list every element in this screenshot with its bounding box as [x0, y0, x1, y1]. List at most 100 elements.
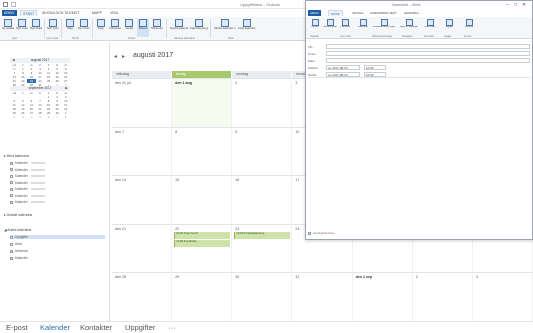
calendar-list-item[interactable]: Kalender	[10, 187, 45, 191]
nav-tasks[interactable]: Uppgifter	[125, 323, 155, 332]
nav-calendar[interactable]: Kalender	[40, 323, 70, 332]
mini-calendar-day[interactable]: 6	[44, 115, 53, 119]
month-view-button[interactable]: Månad	[137, 19, 149, 37]
meeting-tab-file[interactable]: ARKIV	[308, 10, 322, 16]
calendar-list-item[interactable]: Kalender	[10, 168, 45, 172]
calendar-checkbox[interactable]	[10, 242, 13, 246]
maximize-icon[interactable]: □	[514, 2, 517, 8]
day-cell[interactable]: 8	[172, 126, 233, 176]
location-field[interactable]	[326, 58, 530, 63]
meeting-tab-insert[interactable]: INFOGA	[350, 10, 366, 16]
calendar-checkbox[interactable]	[10, 194, 13, 197]
day-cell[interactable]: den 21	[112, 223, 173, 273]
calendar-list-item[interactable]: Kalender	[10, 194, 45, 198]
tab-folder[interactable]: MAPP	[90, 10, 104, 16]
shared-calendars-group[interactable]: ▸ Delade kalendrar	[4, 213, 32, 217]
to-field[interactable]	[326, 44, 530, 49]
next-month-icon[interactable]: ▶	[65, 86, 68, 90]
week-view-button[interactable]: Vecka	[123, 19, 135, 37]
calendar-event[interactable]: 14:00 Projektplanering	[234, 231, 291, 239]
close-icon[interactable]: ✕	[522, 2, 526, 8]
day-cell[interactable]: den 7	[112, 126, 173, 176]
day-cell[interactable]: 31	[292, 272, 353, 321]
open-calendar-button[interactable]: Öppna kalender	[170, 19, 188, 37]
new-items-button[interactable]: Nya objekt	[30, 19, 42, 37]
nav-more[interactable]: ···	[168, 323, 176, 332]
tab-file[interactable]: ARKIV	[2, 10, 17, 16]
mini-calendar-day[interactable]: 3	[19, 115, 28, 119]
day-cell[interactable]: den 31 jul	[112, 78, 173, 127]
mini-calendar-day[interactable]: 5	[36, 115, 45, 119]
invite-attendees-button[interactable]: Bjud in deltagare	[400, 19, 418, 35]
day-cell[interactable]: 2	[232, 78, 293, 127]
schedule-view-button[interactable]: Schemavy	[151, 19, 163, 37]
zoom-button[interactable]: Zooma	[462, 19, 476, 35]
day-cell[interactable]: den 1 aug	[172, 78, 233, 127]
delete-button[interactable]: Ta bort	[308, 19, 322, 35]
start-date-field[interactable]: on 2017-08-23	[326, 65, 360, 70]
day-cell[interactable]: den 28	[112, 272, 173, 321]
tags-button[interactable]: Taggar	[442, 19, 456, 35]
email-calendar-button[interactable]: Skicka kalender via e-post	[214, 19, 236, 37]
meeting-tab-meeting[interactable]: MÖTE	[328, 10, 343, 16]
tab-send-receive[interactable]: SKICKA OCH TA EMOT	[40, 10, 81, 16]
my-calendars-group[interactable]: ▸ Mina kalendrar	[4, 154, 29, 158]
calendar-list-item[interactable]: Kalender	[10, 174, 45, 178]
mini-calendar-day[interactable]: 8	[61, 115, 70, 119]
calendar-event[interactable]: 10:30 Team lunch	[174, 231, 231, 239]
day-cell[interactable]: 30	[232, 272, 293, 321]
calendar-checkbox[interactable]	[10, 174, 13, 178]
calendar-checkbox[interactable]	[10, 256, 13, 260]
meeting-body-editor[interactable]	[308, 77, 530, 227]
other-calendars-group[interactable]: ◢ Andra kalendrar	[4, 228, 32, 232]
previous-icon[interactable]: ◂	[114, 53, 117, 60]
calendar-checkbox[interactable]	[10, 249, 13, 253]
mini-calendar-day[interactable]: 4	[27, 115, 36, 119]
mini-calendar-day[interactable]: 2	[10, 115, 19, 119]
tab-view[interactable]: VISA	[108, 10, 120, 16]
share-calendar-button[interactable]: Dela kalender	[238, 19, 256, 37]
minimize-icon[interactable]: –	[506, 2, 509, 8]
forward-button[interactable]: Skicka vidare	[323, 19, 337, 35]
options-button[interactable]: Alternativ	[422, 19, 438, 35]
day-cell[interactable]: 9	[232, 126, 293, 176]
day-cell[interactable]: 15	[172, 175, 233, 224]
calendar-checkbox[interactable]	[10, 200, 13, 204]
day-cell[interactable]: den 1 sep	[352, 272, 413, 321]
day-cell[interactable]: 3	[472, 272, 533, 321]
tab-home[interactable]: START	[20, 10, 38, 16]
next-7-days-button[interactable]: De 7 kommande dagarna	[78, 19, 90, 37]
day-cell[interactable]: 29	[172, 272, 233, 321]
previous-month-icon[interactable]: ◀	[12, 58, 15, 62]
subject-field[interactable]	[326, 51, 530, 56]
day-view-button[interactable]: Dag	[95, 19, 107, 37]
calendar-checkbox[interactable]	[10, 235, 13, 239]
calendar-checkbox[interactable]	[10, 181, 13, 184]
all-day-checkbox[interactable]	[308, 231, 311, 235]
day-cell[interactable]: 2	[412, 272, 473, 321]
onenote-button[interactable]: OneNote	[338, 19, 352, 35]
new-lync-meeting-button[interactable]: Nytt Lync-möte	[47, 19, 59, 37]
calendar-list-item[interactable]: Kalender	[10, 161, 45, 165]
send-receive-icon[interactable]	[11, 2, 16, 7]
calendar-checkbox[interactable]	[10, 161, 13, 165]
meeting-tab-format-text[interactable]: FORMATERA TEXT	[368, 10, 399, 16]
nav-contacts[interactable]: Kontakter	[80, 323, 112, 332]
calendar-event[interactable]: 13:00 Kundmöte	[174, 239, 231, 247]
calendar-list-item[interactable]: Uppgifter	[10, 235, 105, 239]
calendar-list-item[interactable]: Arkiverat	[10, 249, 28, 253]
calendar-list-item[interactable]: Kalender	[10, 181, 45, 185]
calendar-groups-button[interactable]: Kalendergrupper	[190, 19, 208, 37]
calendar-checkbox[interactable]	[10, 187, 13, 191]
day-cell[interactable]: 16	[232, 175, 293, 224]
calendar-checkbox[interactable]	[10, 168, 13, 171]
new-meeting-button[interactable]: Nytt möte	[16, 19, 28, 37]
calendar-list-item[interactable]: Arkiv	[10, 242, 22, 246]
next-icon[interactable]: ▸	[122, 53, 125, 60]
work-week-button[interactable]: Arbetsvecka	[109, 19, 121, 37]
nav-mail[interactable]: E-post	[6, 323, 28, 332]
today-button[interactable]: Idag	[64, 19, 76, 37]
start-time-field[interactable]: 10:00	[364, 65, 386, 70]
new-appointment-button[interactable]: Ny avtalad tid	[2, 19, 14, 37]
calendar-list-item[interactable]: Kalender	[10, 200, 45, 204]
